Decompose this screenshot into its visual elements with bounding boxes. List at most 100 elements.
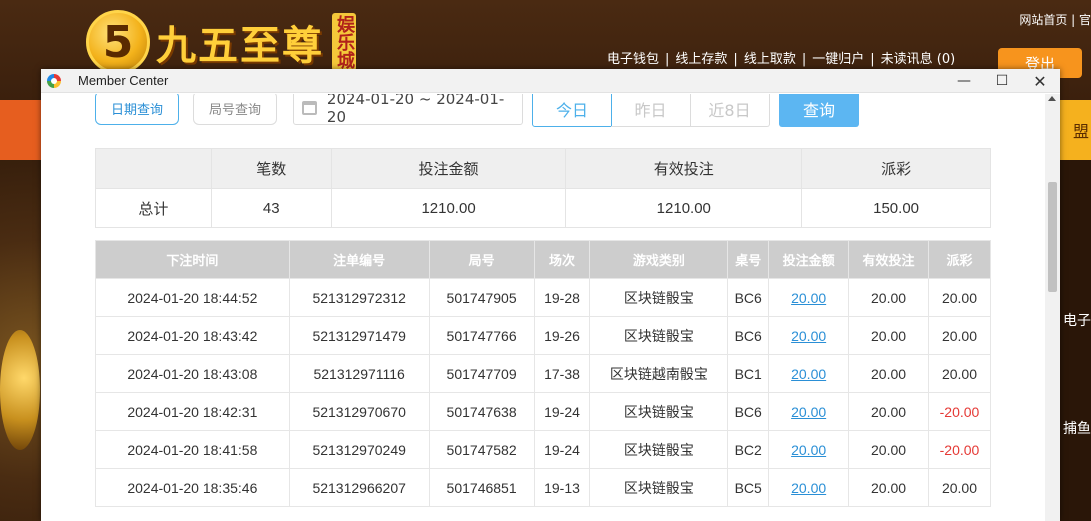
summary-header: 有效投注: [565, 148, 803, 189]
cell-round-id: 501747905: [428, 278, 535, 317]
cell-bet-id: 521312966207: [288, 468, 430, 507]
table-row: 2024-01-20 18:43:42 521312971479 501747766…: [95, 316, 991, 355]
nav-band-item[interactable]: 盟: [1060, 100, 1091, 160]
summary-cell: 总计: [95, 188, 212, 228]
header-valid-bet: 有效投注: [848, 240, 929, 279]
nav-withdraw[interactable]: 线上取款: [744, 52, 796, 67]
side-label-fishing[interactable]: 捕鱼: [1060, 418, 1091, 438]
date-range-input[interactable]: 2024-01-20 ~ 2024-01-20: [293, 94, 523, 126]
cell-table-no: BC2: [727, 430, 770, 469]
cell-table-no: BC1: [727, 354, 770, 393]
cell-bet-time: 2024-01-20 18:41:58: [95, 430, 290, 469]
minimize-button[interactable]: —: [945, 69, 983, 93]
cell-bet-amount[interactable]: 20.00: [768, 392, 850, 431]
cell-payout: -20.00: [928, 430, 991, 469]
table-row: 2024-01-20 18:35:46 521312966207 501746851…: [95, 468, 991, 507]
cell-bet-amount[interactable]: 20.00: [768, 430, 850, 469]
detail-body: 2024-01-20 18:44:52 521312972312 501747905…: [95, 278, 991, 507]
nav-e-wallet[interactable]: 电子钱包: [607, 52, 659, 67]
cell-bet-amount[interactable]: 20.00: [768, 316, 850, 355]
cell-bet-amount[interactable]: 20.00: [768, 354, 850, 393]
member-center-window: Member Center — ☐ ✕ 日期查询 局号查询 2024-01-20…: [41, 69, 1060, 521]
cell-payout: 20.00: [928, 278, 991, 317]
app-icon: [47, 74, 61, 88]
tab-round-query[interactable]: 局号查询: [193, 94, 277, 125]
header-bet-id: 注单编号: [288, 240, 430, 279]
vertical-scrollbar[interactable]: [1045, 94, 1060, 521]
side-label-electronic[interactable]: 电子: [1060, 310, 1091, 330]
cell-bet-amount[interactable]: 20.00: [768, 468, 850, 507]
cell-bet-id: 521312970249: [288, 430, 430, 469]
window-content: 日期查询 局号查询 2024-01-20 ~ 2024-01-20 今日 昨日 …: [41, 94, 1045, 521]
cell-game-type: 区块链越南骰宝: [589, 354, 729, 393]
cell-valid-bet: 20.00: [848, 430, 929, 469]
query-button[interactable]: 查询: [779, 94, 859, 127]
nav-one-click-transfer[interactable]: 一键归户: [812, 52, 864, 67]
cell-table-no: BC5: [727, 468, 770, 507]
summary-cell: 150.00: [801, 188, 991, 228]
date-range-value: 2024-01-20 ~ 2024-01-20: [326, 94, 505, 126]
cell-round-id: 501747709: [428, 354, 535, 393]
cell-bet-id: 521312971116: [288, 354, 430, 393]
table-row: 2024-01-20 18:44:52 521312972312 501747905…: [95, 278, 991, 317]
nav-deposit[interactable]: 线上存款: [675, 52, 727, 67]
scroll-up-arrow-icon[interactable]: [1048, 96, 1056, 101]
cell-session: 19-26: [533, 316, 591, 355]
cell-valid-bet: 20.00: [848, 278, 929, 317]
cell-bet-id: 521312971479: [288, 316, 430, 355]
cell-game-type: 区块链骰宝: [589, 392, 729, 431]
site-logo[interactable]: 5 九五至尊 娱乐城: [86, 10, 356, 74]
window-title: Member Center: [78, 73, 169, 88]
table-row: 2024-01-20 18:42:31 521312970670 501747638…: [95, 392, 991, 431]
table-row: 2024-01-20 18:43:08 521312971116 501747709…: [95, 354, 991, 393]
cell-session: 19-13: [533, 468, 591, 507]
last-8-days-button[interactable]: 近8日: [690, 94, 770, 127]
maximize-button[interactable]: ☐: [983, 69, 1021, 93]
summary-cell: 43: [210, 188, 332, 228]
summary-table: 笔数 投注金额 有效投注 派彩 总计 43 1210.00 1210.00 15…: [95, 148, 991, 228]
cell-bet-time: 2024-01-20 18:44:52: [95, 278, 290, 317]
cell-valid-bet: 20.00: [848, 392, 929, 431]
cell-game-type: 区块链骰宝: [589, 468, 729, 507]
cell-payout: 20.00: [928, 354, 991, 393]
cell-round-id: 501747638: [428, 392, 535, 431]
summary-total-row: 总计 43 1210.00 1210.00 150.00: [95, 188, 991, 228]
summary-cell: 1210.00: [565, 188, 803, 228]
cell-bet-time: 2024-01-20 18:43:08: [95, 354, 290, 393]
cell-session: 19-28: [533, 278, 591, 317]
header-table-no: 桌号: [727, 240, 770, 279]
logo-mark: 5: [86, 10, 150, 74]
cell-round-id: 501747766: [428, 316, 535, 355]
cell-valid-bet: 20.00: [848, 316, 929, 355]
close-button[interactable]: ✕: [1021, 69, 1059, 93]
cell-table-no: BC6: [727, 278, 770, 317]
table-row: 2024-01-20 18:41:58 521312970249 501747582…: [95, 430, 991, 469]
header-bet-time: 下注时间: [95, 240, 290, 279]
cell-round-id: 501747582: [428, 430, 535, 469]
side-game-icons: 电子 捕鱼: [1060, 250, 1091, 438]
cell-bet-id: 521312972312: [288, 278, 430, 317]
cell-valid-bet: 20.00: [848, 468, 929, 507]
scroll-thumb[interactable]: [1048, 182, 1057, 292]
cell-bet-amount[interactable]: 20.00: [768, 278, 850, 317]
today-button[interactable]: 今日: [532, 94, 612, 127]
header-bet-amount: 投注金额: [768, 240, 850, 279]
bet-detail-table: 下注时间 注单编号 局号 场次 游戏类别 桌号 投注金额 有效投注 派彩 202…: [95, 240, 991, 507]
yesterday-button[interactable]: 昨日: [611, 94, 691, 127]
tab-date-query[interactable]: 日期查询: [95, 94, 179, 125]
header-round-id: 局号: [428, 240, 535, 279]
nav-unread-messages[interactable]: 未读讯息 (0): [881, 52, 956, 67]
header-payout: 派彩: [928, 240, 991, 279]
cell-session: 19-24: [533, 430, 591, 469]
header-session: 场次: [533, 240, 591, 279]
cell-game-type: 区块链骰宝: [589, 278, 729, 317]
top-links[interactable]: 网站首页 | 官: [1019, 11, 1091, 28]
summary-header: 投注金额: [330, 148, 567, 189]
cell-session: 17-38: [533, 354, 591, 393]
cell-bet-time: 2024-01-20 18:43:42: [95, 316, 290, 355]
coin-decoration: [0, 330, 40, 450]
summary-header: [95, 148, 212, 189]
window-titlebar[interactable]: Member Center — ☐ ✕: [41, 69, 1060, 93]
cell-game-type: 区块链骰宝: [589, 316, 729, 355]
summary-header-row: 笔数 投注金额 有效投注 派彩: [95, 148, 991, 189]
